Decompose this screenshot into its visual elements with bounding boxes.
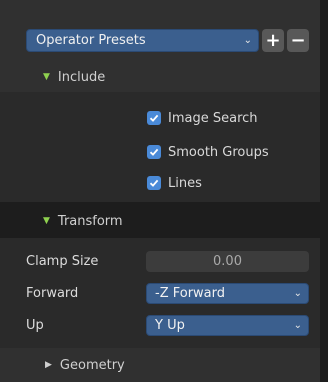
lines-label: Lines — [168, 175, 202, 191]
clamp-size-value: 0.00 — [213, 253, 242, 269]
forward-label: Forward — [26, 285, 79, 301]
plus-icon: + — [265, 29, 281, 51]
collapsed-triangle-icon: ▶ — [45, 360, 52, 370]
chevron-down-icon: ⌄ — [293, 287, 302, 299]
smooth-groups-label: Smooth Groups — [168, 144, 269, 160]
up-axis-dropdown[interactable]: Y Up ⌄ — [146, 314, 309, 336]
panel-edge — [320, 0, 328, 382]
add-preset-button[interactable]: + — [262, 29, 284, 52]
expanded-triangle-icon: ▼ — [43, 72, 50, 82]
transform-title: Transform — [57, 213, 123, 229]
checkmark-icon — [149, 148, 159, 156]
checkmark-icon — [149, 179, 159, 187]
forward-row: Forward -Z Forward ⌄ — [26, 282, 309, 304]
expanded-triangle-icon: ▼ — [43, 216, 50, 226]
chevron-down-icon: ⌄ — [243, 35, 252, 46]
remove-preset-button[interactable]: − — [287, 29, 309, 52]
chevron-down-icon: ⌄ — [293, 319, 302, 331]
forward-axis-value: -Z Forward — [155, 285, 226, 301]
minus-icon: − — [290, 29, 306, 51]
up-row: Up Y Up ⌄ — [26, 314, 309, 336]
up-label: Up — [26, 317, 44, 333]
image-search-checkbox-row[interactable]: Image Search — [147, 107, 258, 129]
transform-panel-header[interactable]: ▼ Transform — [43, 206, 123, 236]
geometry-panel-header[interactable]: ▶ Geometry — [45, 350, 125, 380]
image-search-label: Image Search — [168, 110, 258, 126]
include-panel-header[interactable]: ▼ Include — [43, 62, 105, 92]
operator-presets-label: Operator Presets — [36, 33, 146, 48]
include-title: Include — [57, 69, 106, 85]
checkmark-icon — [149, 114, 159, 122]
clamp-size-row: Clamp Size 0.00 — [26, 250, 309, 272]
clamp-size-label: Clamp Size — [26, 253, 99, 269]
clamp-size-field[interactable]: 0.00 — [146, 250, 309, 272]
preset-row: Operator Presets ⌄ + − — [26, 29, 309, 52]
geometry-title: Geometry — [59, 357, 125, 373]
operator-presets-dropdown[interactable]: Operator Presets ⌄ — [26, 29, 259, 52]
smooth-groups-checkbox[interactable] — [147, 145, 161, 159]
up-axis-value: Y Up — [155, 317, 185, 333]
image-search-checkbox[interactable] — [147, 111, 161, 125]
lines-checkbox[interactable] — [147, 176, 161, 190]
smooth-groups-checkbox-row[interactable]: Smooth Groups — [147, 141, 269, 163]
lines-checkbox-row[interactable]: Lines — [147, 172, 202, 194]
forward-axis-dropdown[interactable]: -Z Forward ⌄ — [146, 282, 309, 304]
